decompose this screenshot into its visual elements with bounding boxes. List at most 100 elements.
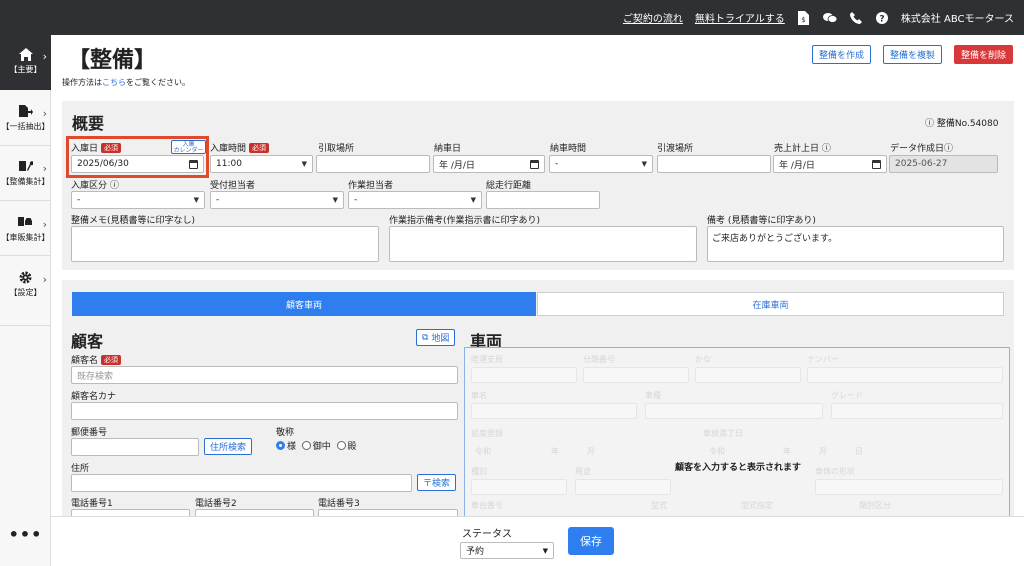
worker-select[interactable]: - ▼	[348, 191, 482, 209]
pickup-place-label: 引取場所	[318, 144, 355, 154]
honorific-label: 敬称	[276, 428, 295, 438]
svg-text:$: $	[802, 16, 806, 24]
help-text: 操作方法はこちらをご覧ください。	[62, 78, 190, 87]
delivery-time-label: 納車時間	[550, 144, 587, 154]
sidebar-item-car-sales-summary[interactable]: › 【車販集計】	[0, 216, 51, 246]
chevron-down-icon: ▼	[542, 546, 548, 555]
sidebar-item-label: 【車販集計】	[1, 233, 50, 242]
calendar-icon	[530, 159, 539, 169]
phone3-label: 電話番号3	[318, 499, 360, 509]
work-note-label: 作業指示備考(作業指示書に印字あり)	[389, 216, 541, 226]
remarks-textarea[interactable]: ご来店ありがとうございます。	[707, 226, 1004, 262]
top-bar: ご契約の流れ 無料トライアルする $ ? 株式会社 ABCモータース	[0, 0, 1024, 35]
save-button[interactable]: 保存	[568, 527, 614, 555]
status-label: ステータス	[462, 529, 512, 540]
customer-name-label: 顧客名 必須	[71, 353, 122, 366]
honorific-radio-onchu[interactable]: 御中	[301, 441, 331, 452]
sidebar-divider	[0, 200, 51, 201]
mileage-input[interactable]	[486, 191, 600, 209]
copy-maintenance-button[interactable]: 整備を複製	[883, 45, 943, 64]
tab-stock-vehicle[interactable]: 在庫車両	[537, 292, 1004, 316]
handover-place-input[interactable]	[657, 155, 771, 173]
required-badge: 必須	[249, 143, 270, 153]
address-search-button[interactable]: 住所検索	[204, 438, 253, 455]
pickup-place-input[interactable]	[316, 155, 430, 173]
overview-title: 概要	[72, 114, 105, 133]
chevron-right-icon: ›	[42, 107, 47, 120]
sidebar-item-label: 【主要】	[9, 65, 42, 74]
memo-textarea[interactable]	[71, 226, 379, 262]
work-note-textarea[interactable]	[389, 226, 697, 262]
vehicle-placeholder-area: 陸運支局 分類番号 かな ナンバー 車名 車種 グレード 初度登録 車検満了日 …	[464, 347, 1010, 519]
customer-kana-label: 顧客名カナ	[71, 392, 117, 402]
sidebar-divider	[0, 145, 51, 146]
help-circle-icon: ⓘ	[821, 144, 831, 154]
sidebar-item-maintenance-summary[interactable]: › 【整備集計】	[0, 160, 51, 190]
chevron-right-icon: ›	[42, 50, 47, 63]
help-circle-icon: ⓘ	[109, 181, 119, 191]
contract-flow-link[interactable]: ご契約の流れ	[623, 10, 683, 25]
chevron-down-icon: ▼	[193, 196, 199, 204]
chat-icon[interactable]	[822, 11, 837, 25]
help-icon[interactable]: ?	[875, 11, 889, 25]
invoice-icon[interactable]: $	[797, 10, 811, 25]
honorific-radio-group: 様 御中 殿	[276, 439, 357, 452]
chevron-right-icon: ›	[42, 273, 47, 286]
free-trial-link[interactable]: 無料トライアルする	[695, 10, 785, 25]
company-name: 株式会社 ABCモータース	[900, 14, 1014, 25]
sales-date-input[interactable]: 年 /月/日	[773, 155, 887, 173]
delivery-time-select[interactable]: - ▼	[549, 155, 653, 173]
customer-name-input[interactable]: 既存検索	[71, 366, 458, 384]
more-menu-icon[interactable]: •••	[0, 525, 51, 544]
sales-date-label: 売上計上日 ⓘ	[774, 144, 831, 154]
postal-search-button[interactable]: 〒検索	[417, 474, 457, 491]
chevron-down-icon: ▼	[332, 196, 338, 204]
memo-label: 整備メモ(見積書等に印字なし)	[71, 216, 196, 226]
tab-customer-vehicle[interactable]: 顧客車両	[72, 292, 536, 316]
help-circle-icon: ⓘ	[944, 144, 954, 154]
postal-code-input[interactable]	[71, 438, 199, 456]
calendar-icon	[872, 159, 881, 169]
entry-type-select[interactable]: - ▼	[71, 191, 205, 209]
required-badge: 必須	[101, 355, 122, 365]
entry-time-select[interactable]: 11:00 ▼	[210, 155, 313, 173]
sidebar-item-label: 【一括抽出】	[1, 122, 50, 131]
sidebar-item-label: 【整備集計】	[1, 177, 50, 186]
chevron-down-icon: ▼	[470, 196, 476, 204]
status-select[interactable]: 予約 ▼	[460, 542, 554, 559]
sidebar-item-main[interactable]: › 【主要】	[0, 35, 51, 90]
create-maintenance-button[interactable]: 整備を作成	[812, 45, 872, 64]
receptionist-select[interactable]: - ▼	[210, 191, 344, 209]
worker-label: 作業担当者	[348, 181, 394, 191]
sidebar-item-label: 【設定】	[9, 288, 42, 297]
sidebar-item-bulk-extract[interactable]: › 【一括抽出】	[0, 105, 51, 135]
page-title: 【整備】	[68, 48, 157, 73]
delivery-date-input[interactable]: 年 /月/日	[433, 155, 545, 173]
map-button[interactable]: ⧉ 地図	[416, 329, 456, 346]
chevron-right-icon: ›	[42, 218, 47, 231]
highlight-box	[66, 136, 209, 178]
address-input[interactable]	[71, 474, 412, 492]
data-created-label: データ作成日ⓘ	[890, 144, 954, 154]
entry-time-label: 入庫時間 必須	[210, 141, 270, 154]
chevron-right-icon: ›	[42, 162, 47, 175]
delivery-date-label: 納車日	[434, 144, 462, 154]
maintenance-number: ⓘ 整備No.54080	[925, 119, 999, 129]
sidebar-divider	[0, 325, 51, 326]
honorific-radio-dono[interactable]: 殿	[336, 441, 357, 452]
address-label: 住所	[71, 464, 90, 474]
handover-place-label: 引渡場所	[657, 144, 694, 154]
help-link[interactable]: こちら	[102, 78, 126, 87]
sidebar: › 【主要】 › 【一括抽出】 › 【整備集計】 › 【車販集計】 › 【設定】	[0, 35, 51, 566]
phone-icon[interactable]	[849, 11, 863, 25]
phone1-label: 電話番号1	[71, 499, 113, 509]
customer-kana-input[interactable]	[71, 402, 458, 420]
postal-code-label: 郵便番号	[71, 428, 108, 438]
sidebar-item-settings[interactable]: › 【設定】	[0, 271, 51, 301]
receptionist-label: 受付担当者	[210, 181, 256, 191]
external-link-icon: ⧉	[422, 332, 429, 343]
phone2-label: 電話番号2	[195, 499, 237, 509]
honorific-radio-sama[interactable]: 様	[276, 441, 296, 452]
sidebar-divider	[0, 255, 51, 256]
delete-maintenance-button[interactable]: 整備を削除	[954, 45, 1014, 64]
